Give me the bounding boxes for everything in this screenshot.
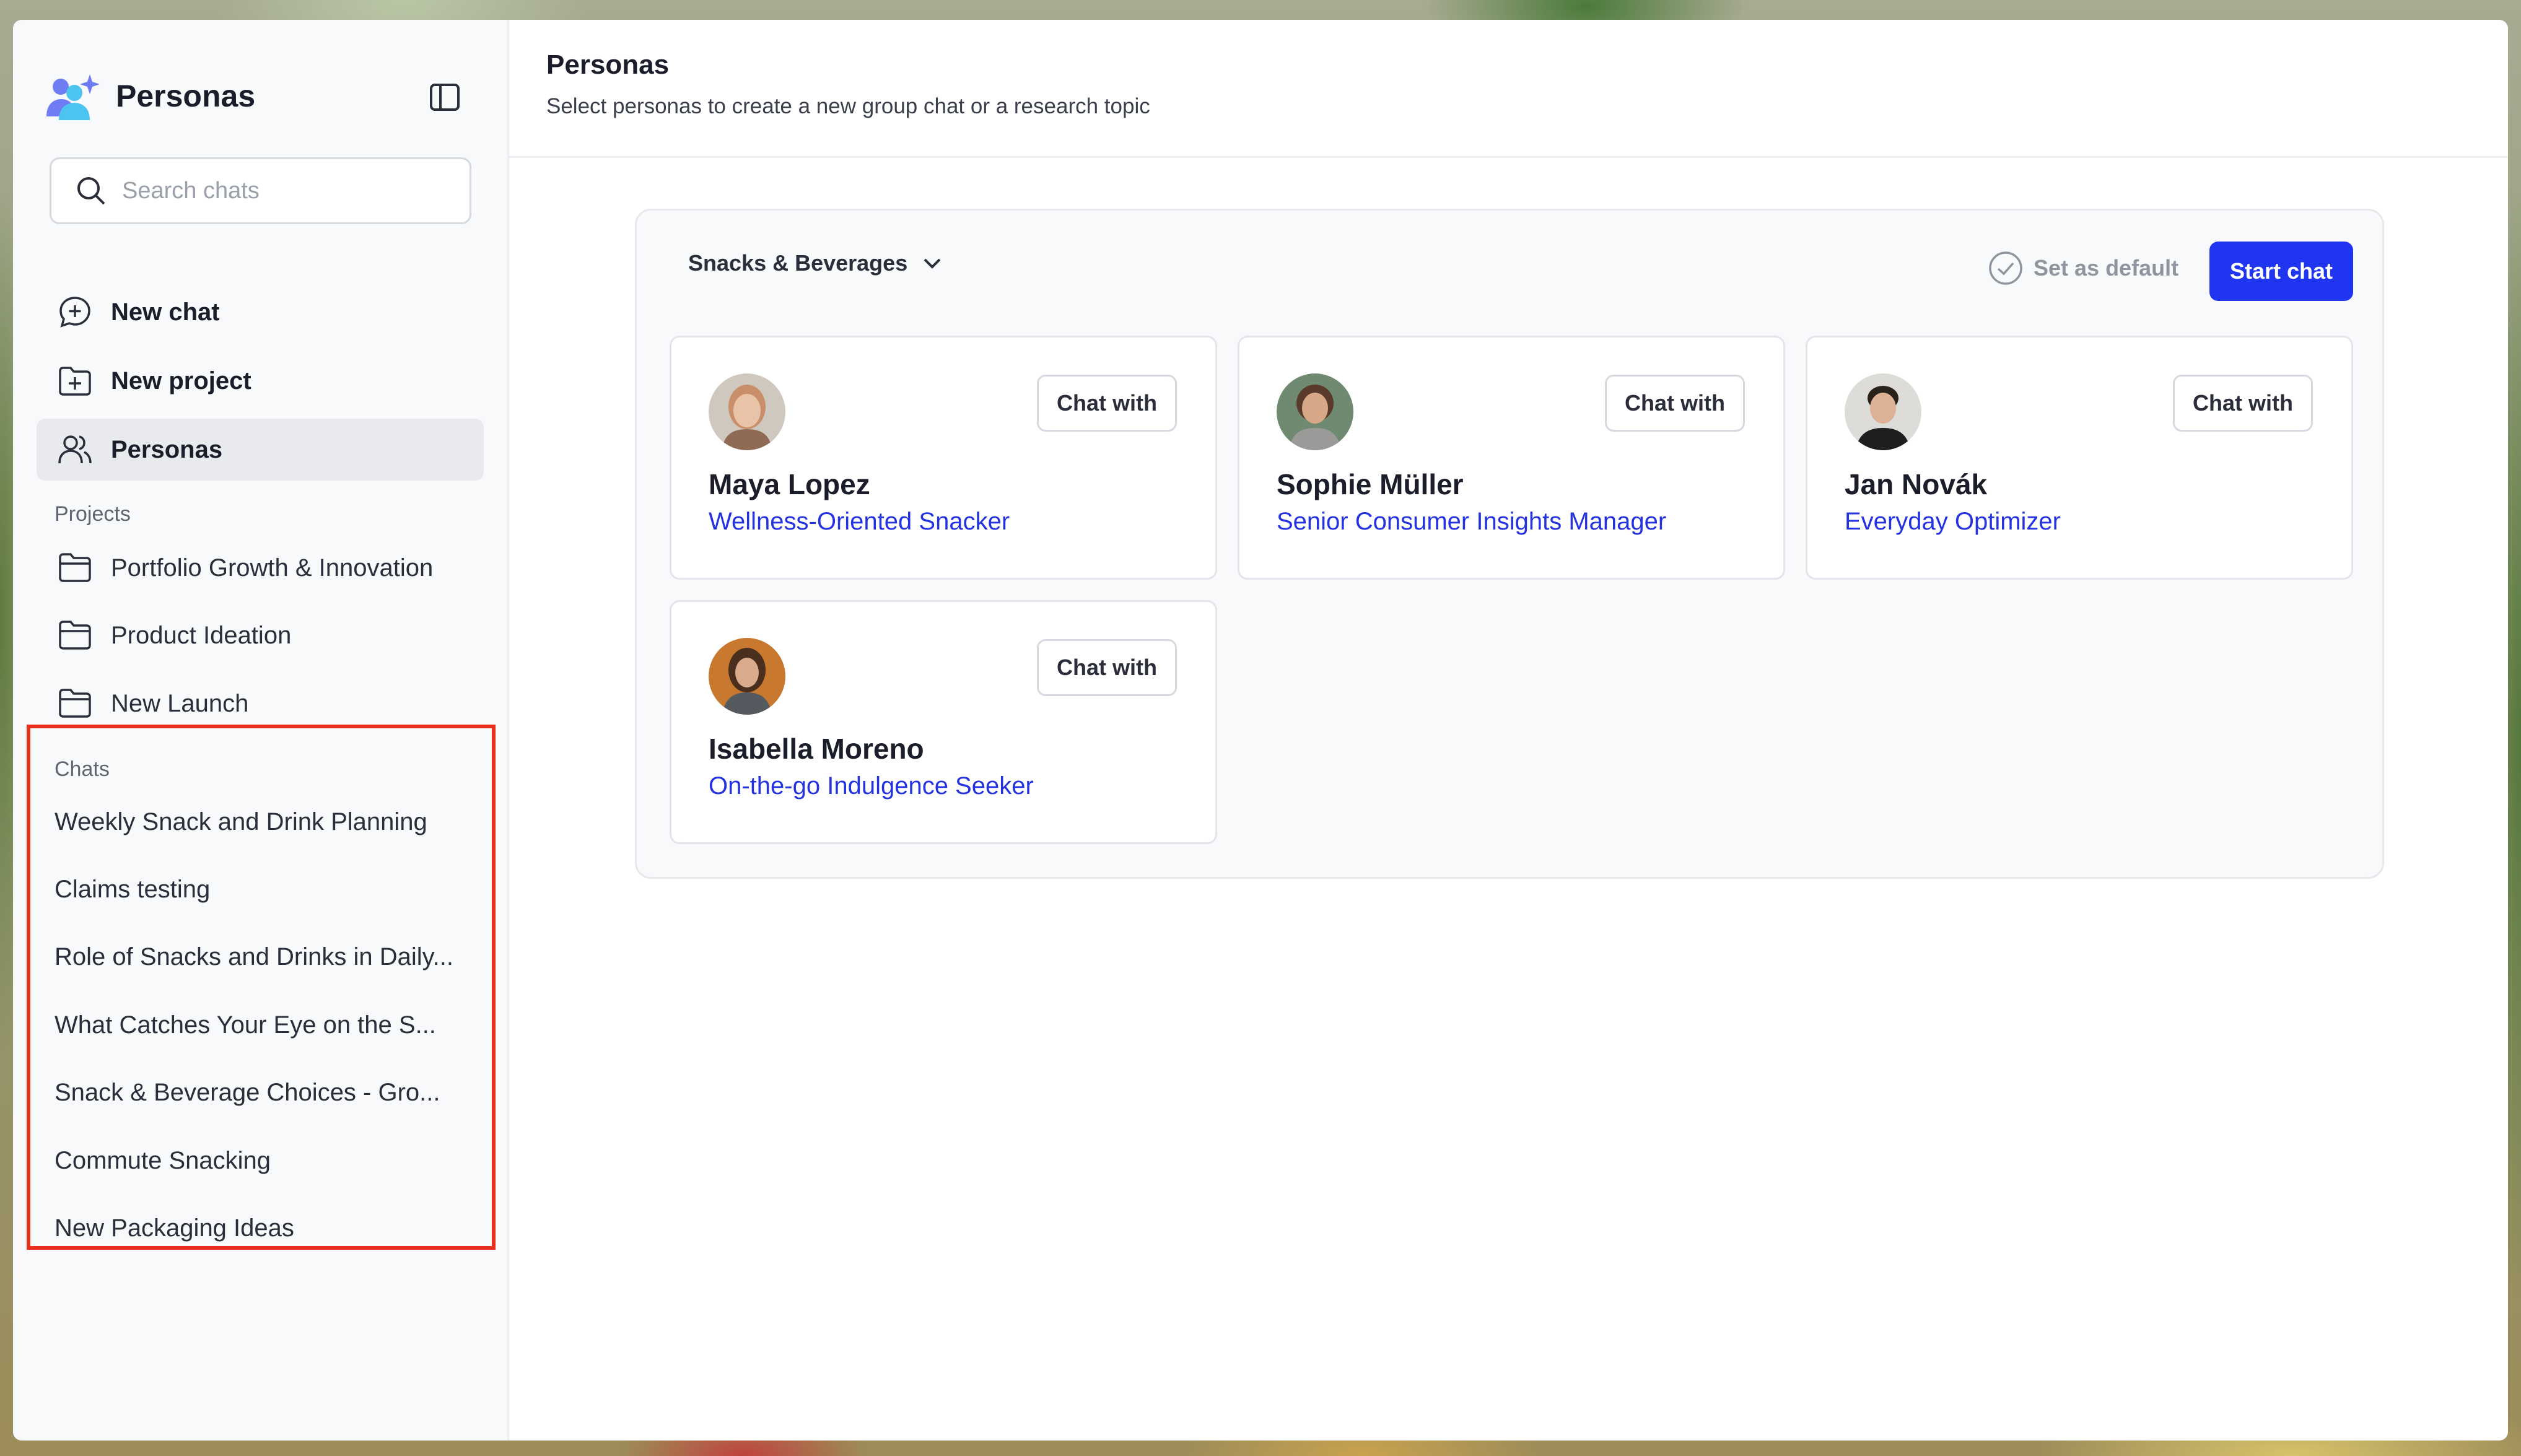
chat-plus-icon [56, 294, 94, 331]
persona-card-sophie-muller[interactable]: Chat with Sophie Müller Senior Consumer … [1238, 336, 1785, 580]
start-chat-button[interactable]: Start chat [2209, 242, 2353, 301]
chats-section-label: Chats [55, 757, 110, 781]
sidebar-project-portfolio[interactable]: Portfolio Growth & Innovation [37, 538, 484, 598]
persona-role: Senior Consumer Insights Manager [1277, 508, 1667, 535]
sidebar-toggle-icon[interactable] [427, 79, 463, 115]
chat-item-commute-snacking[interactable]: Commute Snacking [55, 1136, 476, 1185]
persona-card-isabella-moreno[interactable]: Chat with Isabella Moreno On-the-go Indu… [670, 600, 1217, 844]
persona-role: On-the-go Indulgence Seeker [709, 772, 1034, 800]
main-content: Personas Select personas to create a new… [509, 20, 2508, 1441]
persona-name: Jan Novák [1845, 468, 1988, 500]
folder-icon [56, 617, 94, 654]
sidebar-project-product-ideation[interactable]: Product Ideation [37, 605, 484, 666]
search-icon [77, 177, 105, 205]
chat-item-what-catches[interactable]: What Catches Your Eye on the S... [55, 1000, 476, 1050]
folder-plus-icon [56, 362, 94, 399]
chat-with-button[interactable]: Chat with [1037, 375, 1177, 432]
category-label: Snacks & Beverages [688, 250, 908, 276]
personas-label: Personas [111, 435, 223, 463]
avatar [1845, 373, 1921, 450]
brand: Personas [45, 72, 255, 120]
personas-panel: Snacks & Beverages Set as default Start … [635, 209, 2384, 879]
avatar [1277, 373, 1353, 450]
page-title: Personas [546, 50, 670, 80]
chat-item-snack-beverage-choices[interactable]: Snack & Beverage Choices - Gro... [55, 1068, 476, 1117]
check-circle-icon [1989, 251, 2022, 285]
set-as-default-button[interactable]: Set as default [1988, 250, 2178, 286]
projects-section-label: Projects [55, 502, 131, 526]
category-dropdown[interactable]: Snacks & Beverages [688, 250, 945, 276]
persona-card-maya-lopez[interactable]: Chat with Maya Lopez Wellness-Oriented S… [670, 336, 1217, 580]
folder-icon [56, 549, 94, 586]
persona-card-jan-novak[interactable]: Chat with Jan Novák Everyday Optimizer [1806, 336, 2353, 580]
project-label: New Launch [111, 689, 249, 717]
new-chat-button[interactable]: New chat [37, 281, 484, 343]
set-as-default-label: Set as default [2034, 255, 2179, 281]
persona-name: Maya Lopez [709, 468, 870, 500]
new-chat-label: New chat [111, 298, 220, 326]
avatar [709, 373, 785, 450]
app-window: Personas New chat [13, 20, 2508, 1441]
new-project-label: New project [111, 367, 251, 395]
chat-item-weekly-snack[interactable]: Weekly Snack and Drink Planning [55, 797, 476, 847]
chat-with-button[interactable]: Chat with [1037, 639, 1177, 696]
brand-title: Personas [116, 79, 256, 113]
sidebar-item-personas[interactable]: Personas [37, 419, 484, 481]
search-box[interactable] [50, 157, 471, 224]
search-input[interactable] [121, 177, 445, 205]
page-header: Personas Select personas to create a new… [509, 20, 2508, 158]
chat-with-button[interactable]: Chat with [1605, 375, 1745, 432]
users-icon [56, 431, 94, 468]
persona-role: Everyday Optimizer [1845, 508, 2061, 535]
sidebar: Personas New chat [13, 20, 509, 1441]
chevron-down-icon [924, 258, 941, 269]
project-label: Portfolio Growth & Innovation [111, 554, 434, 582]
chat-item-new-packaging-ideas[interactable]: New Packaging Ideas [55, 1203, 476, 1253]
persona-name: Isabella Moreno [709, 733, 924, 765]
chat-with-button[interactable]: Chat with [2173, 375, 2313, 432]
chat-item-role-of-snacks[interactable]: Role of Snacks and Drinks in Daily... [55, 932, 476, 982]
project-label: Product Ideation [111, 621, 292, 649]
chat-item-claims-testing[interactable]: Claims testing [55, 865, 476, 914]
persona-role: Wellness-Oriented Snacker [709, 508, 1010, 535]
avatar [709, 638, 785, 715]
new-project-button[interactable]: New project [37, 350, 484, 412]
persona-name: Sophie Müller [1277, 468, 1464, 500]
folder-icon [56, 685, 94, 722]
page-subtitle: Select personas to create a new group ch… [546, 94, 1150, 118]
personas-logo-icon [45, 72, 101, 120]
